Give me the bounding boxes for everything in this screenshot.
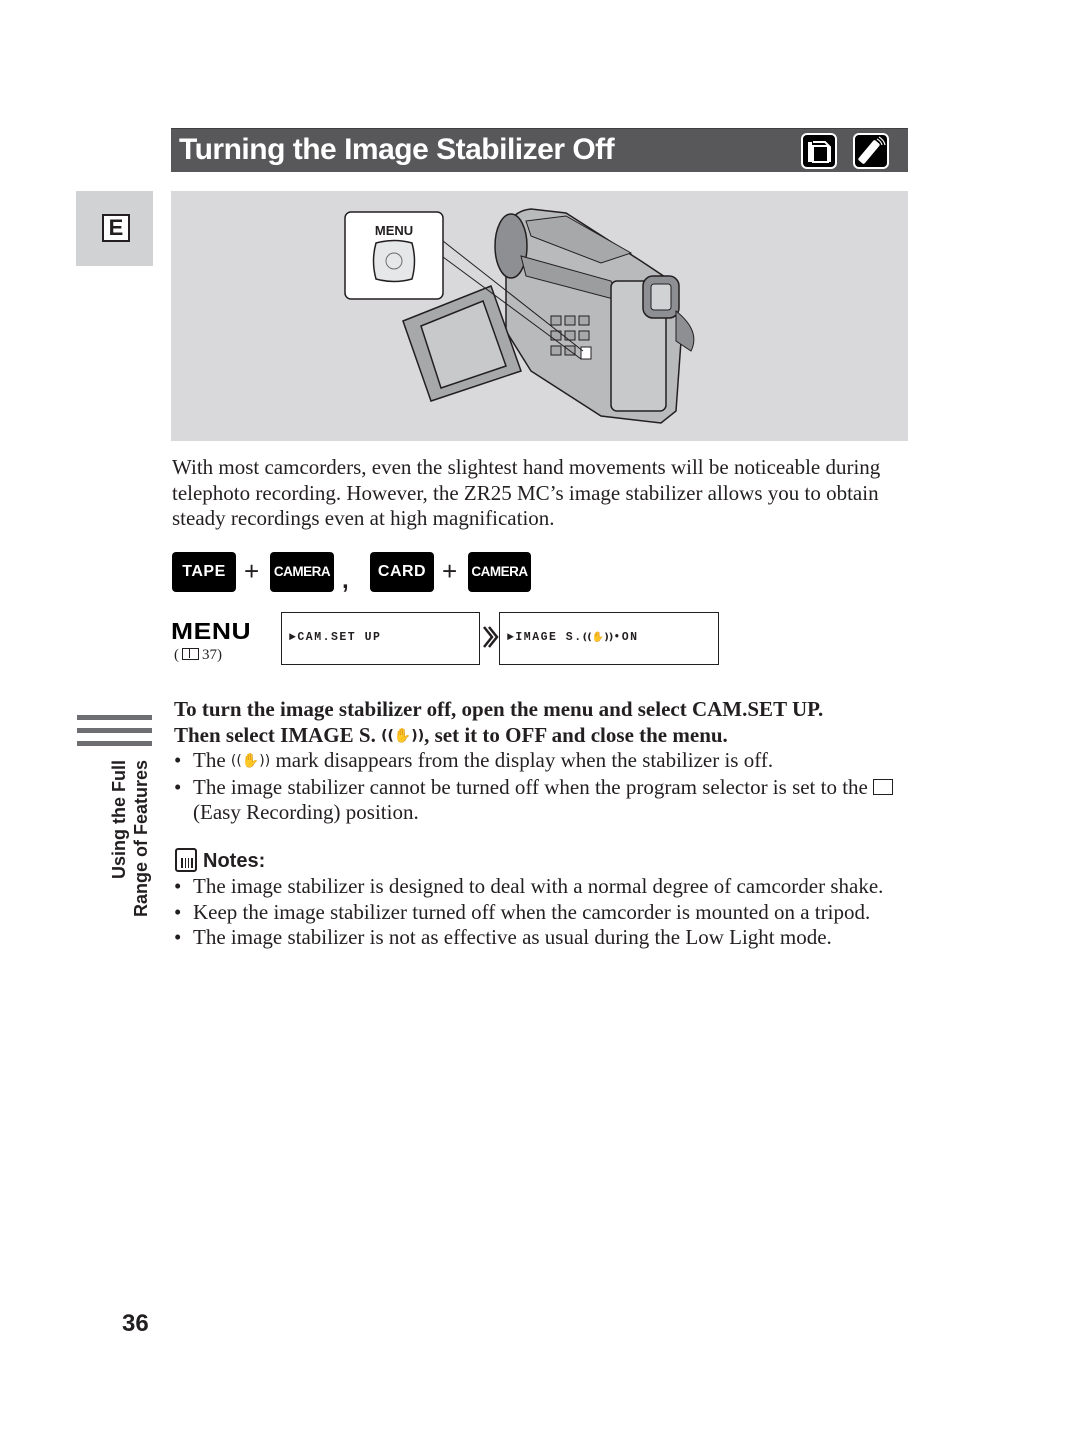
callout-menu-label: MENU bbox=[375, 223, 413, 238]
instruction: To turn the image stabilizer off, open t… bbox=[174, 697, 894, 749]
info-bullets: The ((✋)) mark disappears from the displ… bbox=[174, 748, 894, 826]
instruction-text: Then select IMAGE S. bbox=[174, 722, 382, 747]
menu-screen-cam-set-up: ►CAM.SET UP bbox=[281, 612, 480, 665]
mode-key-card: CARD bbox=[370, 552, 434, 592]
notes-icon bbox=[175, 848, 197, 872]
language-tab: E bbox=[76, 191, 153, 266]
menu-screen-image-s: ►IMAGE S.((✋))•ON bbox=[499, 612, 719, 665]
language-letter: E bbox=[102, 214, 130, 242]
side-label-line-1: Using the Full bbox=[109, 760, 129, 879]
page-title: Turning the Image Stabilizer Off bbox=[179, 133, 615, 166]
remote-control-icon bbox=[853, 133, 889, 169]
list-item: The ((✋)) mark disappears from the displ… bbox=[174, 748, 894, 775]
instruction-text: , set it to OFF and close the menu. bbox=[424, 722, 728, 747]
stabilizer-icon: ((✋)) bbox=[582, 632, 614, 643]
page-number: 36 bbox=[122, 1310, 149, 1337]
stabilizer-icon: ((✋)) bbox=[381, 727, 425, 744]
camcorder-illustration: MENU bbox=[171, 191, 908, 441]
side-label-line-2: Range of Features bbox=[131, 760, 151, 918]
ref-open: ( bbox=[174, 647, 179, 663]
section-marker-bars bbox=[77, 715, 152, 754]
section-side-label: Using the Full Range of Features bbox=[108, 760, 152, 935]
plus-sign: + bbox=[244, 556, 260, 586]
menu-label: MENU bbox=[171, 618, 252, 644]
instruction-line-2: Then select IMAGE S. ((✋)), set it to OF… bbox=[174, 723, 894, 750]
notes-heading: Notes: bbox=[175, 848, 265, 874]
section-title-bar: Turning the Image Stabilizer Off bbox=[171, 128, 908, 172]
mode-key-tape: TAPE bbox=[172, 552, 236, 592]
book-icon bbox=[182, 648, 199, 660]
stabilizer-icon: ((✋)) bbox=[230, 753, 271, 769]
page-reference: (37) bbox=[174, 647, 222, 664]
plus-sign: + bbox=[442, 556, 458, 586]
notes-title: Notes: bbox=[203, 850, 266, 872]
camcorder-icon bbox=[801, 133, 837, 169]
easy-recording-icon bbox=[873, 778, 894, 795]
bullet-text: (Easy Recording) position. bbox=[193, 800, 419, 824]
intro-paragraph: With most camcorders, even the slightest… bbox=[172, 455, 881, 530]
double-arrow-icon bbox=[483, 626, 499, 648]
bullet-text: mark disappears from the display when th… bbox=[270, 748, 774, 772]
list-item: Keep the image stabilizer turned off whe… bbox=[174, 900, 894, 926]
screen2-prefix: ►IMAGE S. bbox=[507, 631, 583, 644]
bullet-text: The image stabilizer cannot be turned of… bbox=[193, 774, 874, 799]
notes-list: The image stabilizer is designed to deal… bbox=[174, 874, 894, 951]
mode-separator: , bbox=[342, 567, 349, 594]
list-item: The image stabilizer cannot be turned of… bbox=[174, 775, 894, 826]
mode-key-camera: CAMERA bbox=[468, 552, 531, 592]
list-item: The image stabilizer is designed to deal… bbox=[174, 874, 894, 900]
mode-key-camera: CAMERA bbox=[270, 552, 334, 592]
screen2-suffix: •ON bbox=[613, 631, 639, 644]
instruction-line-1: To turn the image stabilizer off, open t… bbox=[174, 697, 824, 721]
list-item: The image stabilizer is not as effective… bbox=[174, 925, 894, 951]
bullet-text: The bbox=[193, 748, 231, 772]
ref-page: 37) bbox=[202, 647, 222, 663]
